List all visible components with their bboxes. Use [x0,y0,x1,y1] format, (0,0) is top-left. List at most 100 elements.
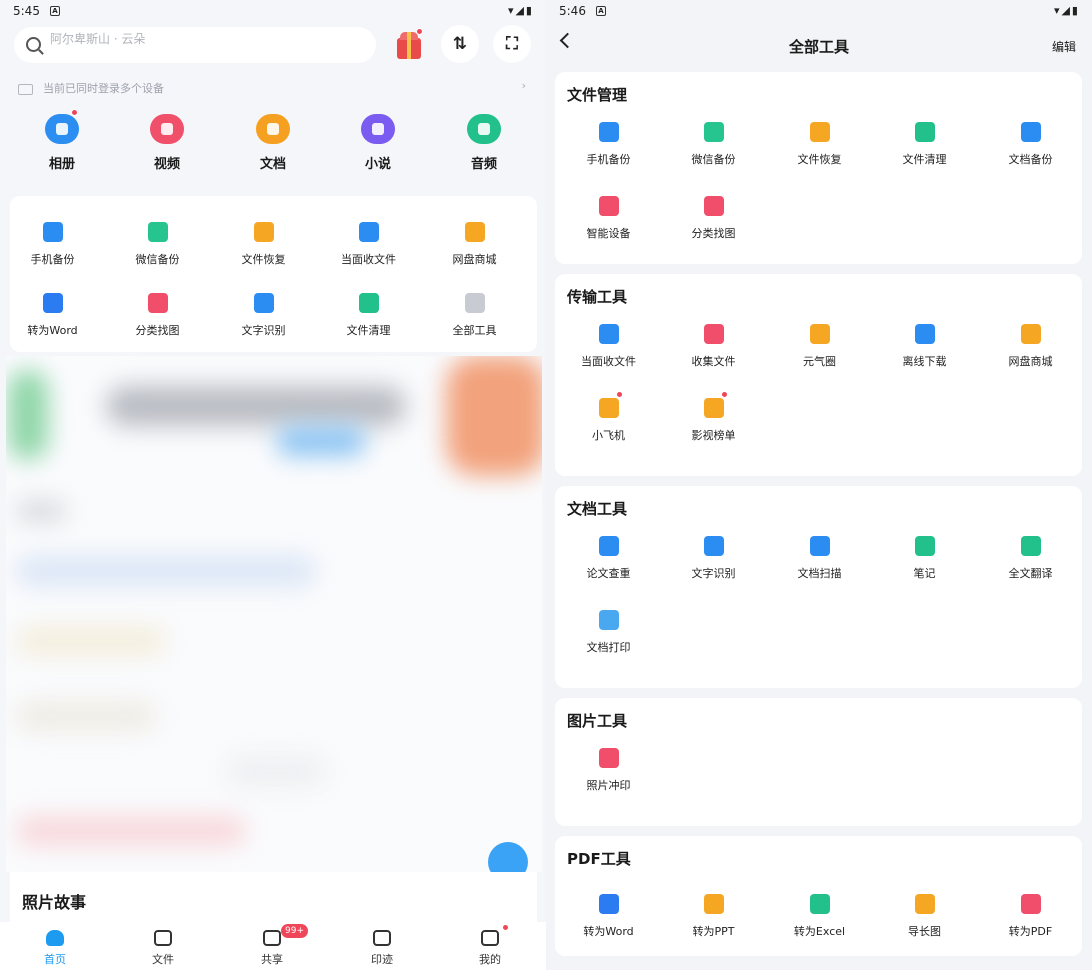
category-icon [467,114,501,144]
tool-item[interactable]: 笔记 [872,536,977,581]
status-bar: 5:45 A ▾◢▮ [0,0,546,24]
quick-tool-6[interactable]: 分类找图 [105,293,210,338]
devices-notice[interactable]: 当前已同时登录多个设备 › [18,79,532,96]
share-badge: 99+ [281,924,308,938]
quick-tool-8[interactable]: 文件清理 [316,293,421,338]
quick-tool-7[interactable]: 文字识别 [211,293,316,338]
tool-icon [1020,324,1041,344]
tool-label: 离线下载 [902,355,947,368]
tool-label: 照片冲印 [586,779,631,792]
category-label: 相册 [48,157,75,172]
tab-3[interactable]: 印迹 [347,930,417,967]
tool-label: 转为Word [27,324,78,337]
search-placeholder: 阿尔卑斯山 · 云朵 [50,32,146,46]
tool-item[interactable]: 微信备份 [661,122,766,167]
quick-tool-3[interactable]: 当面收文件 [316,222,421,267]
tool-item[interactable]: 离线下载 [872,324,977,369]
tool-label: 文档扫描 [797,567,842,580]
category-4[interactable]: 音频 [449,114,519,172]
tool-icon [598,610,619,630]
tool-label: 文件清理 [346,324,391,337]
transfer-button[interactable]: ⇅ [441,25,479,63]
tool-item[interactable]: 转为PPT [661,894,766,939]
tool-label: 导长图 [908,925,941,938]
tab-label: 我的 [479,953,501,966]
quick-tool-9[interactable]: 全部工具 [422,293,527,338]
tab-1[interactable]: 文件 [128,930,198,967]
edit-button[interactable]: 编辑 [1052,38,1076,55]
tool-item[interactable]: 收集文件 [661,324,766,369]
status-bar: 5:46 A ▾◢▮ [546,0,1092,24]
tool-icon [464,222,485,242]
tool-item[interactable]: 转为Excel [767,894,872,939]
tool-item[interactable]: 元气圈 [767,324,872,369]
tool-item[interactable]: 转为Word [556,894,661,939]
section-title: 文档工具 [567,500,628,518]
tool-item[interactable]: 文档扫描 [767,536,872,581]
category-icon [45,109,79,144]
tool-item[interactable]: 文件恢复 [767,122,872,167]
tool-label: 小飞机 [592,429,625,442]
tool-icon [809,536,830,556]
tab-0[interactable]: 首页 [20,930,90,967]
scan-button[interactable]: ⛶ [493,25,531,63]
tool-icon [598,196,619,216]
tool-label: 手机备份 [586,153,631,166]
tool-item[interactable]: 手机备份 [556,122,661,167]
tool-item[interactable]: 智能设备 [556,196,661,241]
quick-tool-0[interactable]: 手机备份 [0,222,105,267]
tool-icon [914,122,935,142]
tool-item[interactable]: 小飞机 [556,391,661,443]
tab-icon [373,930,391,946]
quick-tool-4[interactable]: 网盘商城 [422,222,527,267]
quick-tool-1[interactable]: 微信备份 [105,222,210,267]
tab-4[interactable]: 我的 [455,930,525,967]
tool-item[interactable]: 论文查重 [556,536,661,581]
system-icons: ▾◢▮ [1053,4,1080,17]
tool-label: 元气圈 [803,355,836,368]
tool-label: 智能设备 [586,227,631,240]
tool-item[interactable]: 当面收文件 [556,324,661,369]
tool-item[interactable]: 文件清理 [872,122,977,167]
tool-item[interactable]: 全文翻译 [978,536,1083,581]
tab-label: 共享 [261,953,283,966]
tool-icon [598,391,623,418]
tool-icon [598,748,619,768]
tool-icon [703,196,724,216]
tool-icon [809,324,830,344]
tool-item[interactable]: 文档备份 [978,122,1083,167]
category-3[interactable]: 小说 [343,114,413,172]
tool-item[interactable]: 文档打印 [556,610,661,655]
tool-item[interactable]: 影视榜单 [661,391,766,443]
category-2[interactable]: 文档 [238,114,308,172]
tool-icon [1020,536,1041,556]
search-input[interactable]: 阿尔卑斯山 · 云朵 [14,27,376,63]
transfer-icon: ⇅ [452,34,468,54]
page-title: 全部工具 [788,38,849,56]
quick-tool-2[interactable]: 文件恢复 [211,222,316,267]
tool-item[interactable]: 转为PDF [978,894,1083,939]
section-title: 文件管理 [567,86,628,104]
tool-item[interactable]: 文字识别 [661,536,766,581]
tool-label: 转为Word [583,925,634,938]
tool-item[interactable]: 网盘商城 [978,324,1083,369]
tool-label: 影视榜单 [691,429,736,442]
gift-icon[interactable] [394,28,424,60]
tool-section-1: 传输工具 当面收文件 收集文件 元气圈 离线下载 网盘商城 小飞机 影视榜单 [555,274,1082,476]
tool-label: 转为PPT [692,925,735,938]
photo-story-card[interactable]: 照片故事 [10,872,537,922]
category-0[interactable]: 相册 [27,109,97,172]
category-label: 视频 [153,157,180,172]
tool-item[interactable]: 导长图 [872,894,977,939]
tool-item[interactable]: 分类找图 [661,196,766,241]
tool-label: 微信备份 [135,253,180,266]
tool-icon [914,324,935,344]
tool-item[interactable]: 照片冲印 [556,748,661,793]
tool-icon [809,122,830,142]
category-icon [361,114,395,144]
tool-label: 当面收文件 [341,253,396,266]
tool-label: 文件清理 [902,153,947,166]
quick-tool-5[interactable]: 转为Word [0,293,105,338]
category-1[interactable]: 视频 [132,114,202,172]
chevron-right-icon: › [521,79,526,92]
